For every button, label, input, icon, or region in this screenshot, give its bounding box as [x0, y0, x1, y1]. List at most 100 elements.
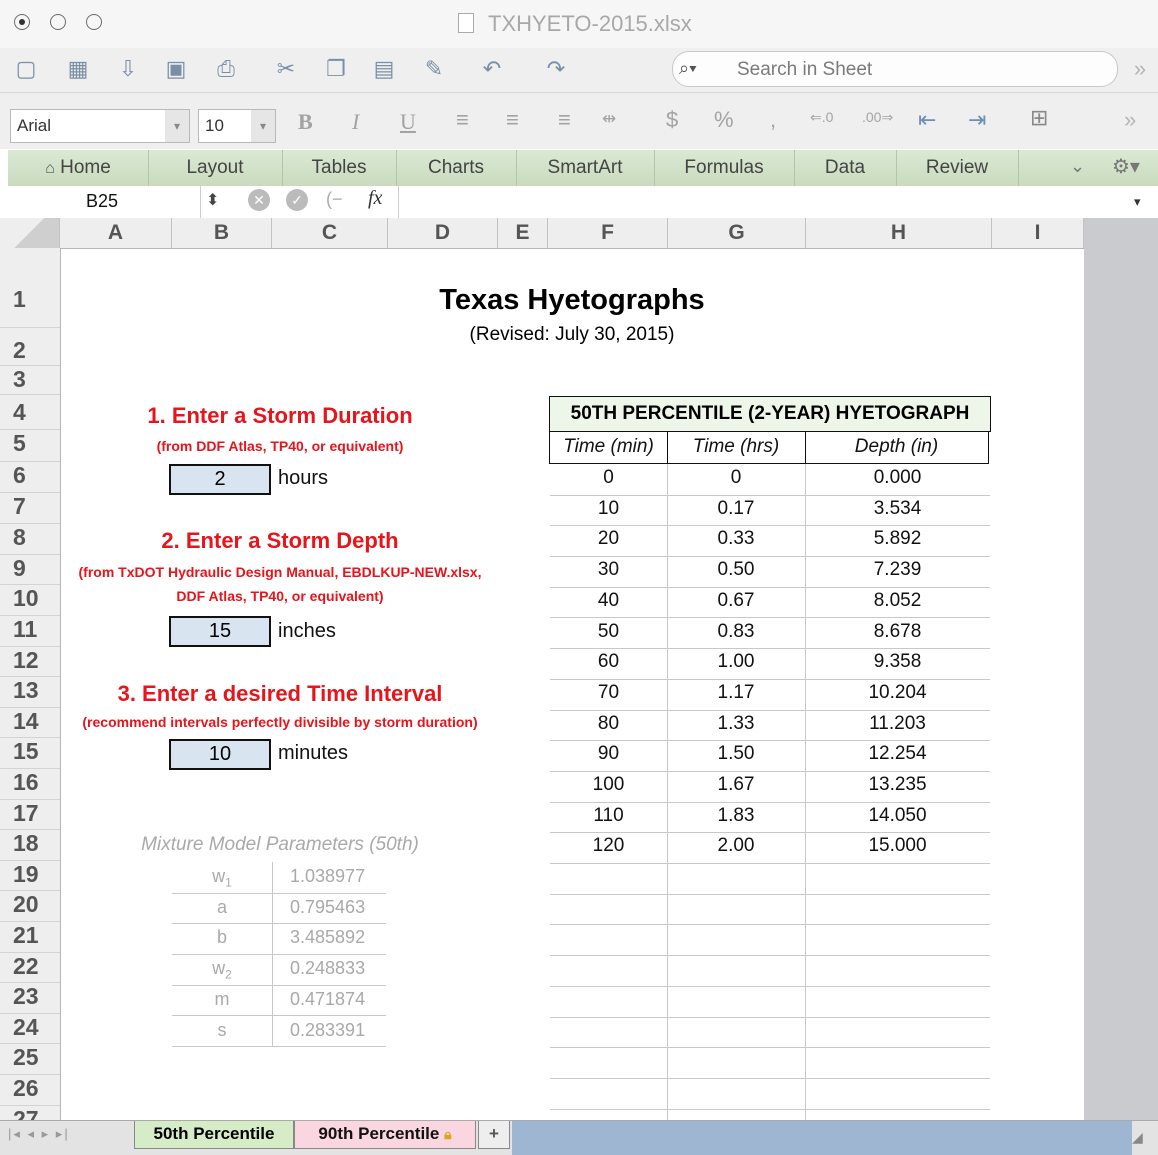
table-cell[interactable]: 0 — [667, 467, 805, 489]
decrease-decimal-icon[interactable]: .00⇒ — [862, 109, 893, 126]
tab-data[interactable]: Data — [794, 150, 897, 186]
table-cell[interactable]: 50 — [550, 621, 667, 643]
row-header[interactable]: 19 — [0, 861, 60, 891]
increase-decimal-icon[interactable]: ⇐.0 — [810, 109, 833, 126]
column-header-g[interactable]: G — [668, 218, 806, 248]
column-header-h[interactable]: H — [806, 218, 992, 248]
table-cell[interactable]: 90 — [550, 743, 667, 765]
row-header[interactable]: 4 — [0, 395, 60, 430]
table-cell[interactable]: 8.052 — [805, 590, 990, 612]
row-header[interactable]: 22 — [0, 953, 60, 983]
collapse-ribbon-icon[interactable]: ⌄ — [1070, 156, 1085, 177]
table-cell[interactable]: 110 — [550, 805, 667, 827]
tab-formulas[interactable]: Formulas — [654, 150, 795, 186]
row-header[interactable]: 7 — [0, 493, 60, 524]
table-cell[interactable]: 2.00 — [667, 835, 805, 857]
align-right-icon[interactable]: ≡ — [558, 107, 571, 133]
redo-icon[interactable]: ↷ — [540, 54, 572, 84]
parameter-value[interactable]: 0.795463 — [290, 897, 365, 918]
search-field[interactable]: ⌕▾ Search in Sheet — [672, 51, 1118, 87]
table-cell[interactable]: 1.17 — [667, 682, 805, 704]
tab-tables[interactable]: Tables — [282, 150, 397, 186]
confirm-entry-icon[interactable]: ✓ — [286, 189, 308, 211]
align-left-icon[interactable]: ≡ — [456, 107, 469, 133]
table-cell[interactable]: 0.67 — [667, 590, 805, 612]
table-cell[interactable]: 7.239 — [805, 559, 990, 581]
table-cell[interactable]: 10.204 — [805, 682, 990, 704]
column-header-i[interactable]: I — [992, 218, 1084, 248]
insert-function-button[interactable]: fx — [368, 187, 382, 210]
table-cell[interactable]: 20 — [550, 528, 667, 550]
font-name-select[interactable]: Arial ▾ — [10, 109, 190, 143]
parameter-value[interactable]: 1.038977 — [290, 866, 365, 887]
row-header[interactable]: 16 — [0, 769, 60, 800]
table-cell[interactable]: 1.83 — [667, 805, 805, 827]
table-cell[interactable]: 40 — [550, 590, 667, 612]
storm-depth-input[interactable]: 15 — [169, 616, 271, 647]
increase-indent-icon[interactable]: ⇥ — [968, 107, 986, 133]
table-cell[interactable]: 1.00 — [667, 651, 805, 673]
time-interval-input[interactable]: 10 — [169, 739, 271, 770]
column-header-a[interactable]: A — [60, 218, 172, 248]
column-header-b[interactable]: B — [172, 218, 272, 248]
table-cell[interactable]: 30 — [550, 559, 667, 581]
comma-format-icon[interactable]: , — [770, 107, 776, 133]
table-cell[interactable]: 70 — [550, 682, 667, 704]
column-header-c[interactable]: C — [272, 218, 388, 248]
parameter-value[interactable]: 0.248833 — [290, 958, 365, 979]
cancel-entry-icon[interactable]: ✕ — [248, 189, 270, 211]
table-cell[interactable]: 0 — [550, 467, 667, 489]
tab-home[interactable]: ⌂ Home — [8, 150, 149, 186]
add-sheet-button[interactable]: + — [478, 1121, 510, 1149]
row-header[interactable]: 8 — [0, 524, 60, 555]
row-header[interactable]: 27 — [0, 1106, 60, 1120]
parameter-value[interactable]: 0.471874 — [290, 989, 365, 1010]
align-center-icon[interactable]: ≡ — [506, 107, 519, 133]
table-cell[interactable]: 9.358 — [805, 651, 990, 673]
sheet-navigation-arrows-icon[interactable]: |◂ ◂ ▸ ▸| — [8, 1126, 70, 1142]
column-header-d[interactable]: D — [388, 218, 498, 248]
paste-icon[interactable]: ▤ — [368, 54, 400, 84]
merge-cells-icon[interactable]: ⇹ — [602, 109, 616, 129]
overflow-chevron-icon[interactable]: » — [1124, 107, 1136, 133]
table-cell[interactable]: 80 — [550, 713, 667, 735]
table-cell[interactable]: 1.33 — [667, 713, 805, 735]
parameter-value[interactable]: 0.283391 — [290, 1020, 365, 1041]
row-header[interactable]: 6 — [0, 462, 60, 493]
italic-button[interactable]: I — [352, 109, 359, 135]
percent-format-icon[interactable]: % — [714, 107, 734, 133]
row-header[interactable]: 10 — [0, 585, 60, 616]
table-cell[interactable]: 120 — [550, 835, 667, 857]
table-cell[interactable]: 14.050 — [805, 805, 990, 827]
overflow-chevron-icon[interactable]: » — [1124, 54, 1156, 84]
borders-icon[interactable]: ⊞ — [1030, 105, 1048, 131]
new-document-icon[interactable]: ▢ — [10, 54, 42, 84]
row-header[interactable]: 25 — [0, 1044, 60, 1075]
row-header[interactable]: 17 — [0, 800, 60, 830]
storm-duration-input[interactable]: 2 — [169, 464, 271, 495]
table-cell[interactable]: 0.33 — [667, 528, 805, 550]
row-header[interactable]: 21 — [0, 922, 60, 953]
format-brush-icon[interactable]: ✎ — [418, 54, 450, 84]
row-header[interactable]: 9 — [0, 555, 60, 585]
table-cell[interactable]: 10 — [550, 498, 667, 520]
cut-icon[interactable]: ✂ — [270, 54, 302, 84]
table-cell[interactable]: 1.50 — [667, 743, 805, 765]
underline-button[interactable]: U — [400, 109, 416, 135]
horizontal-scrollbar[interactable] — [512, 1121, 1132, 1155]
table-cell[interactable]: 1.67 — [667, 774, 805, 796]
expand-formula-icon[interactable]: ▾ — [1134, 194, 1141, 210]
table-cell[interactable]: 100 — [550, 774, 667, 796]
copy-icon[interactable]: ❐ — [320, 54, 352, 84]
row-header[interactable]: 12 — [0, 647, 60, 677]
name-box[interactable]: B25 — [0, 186, 201, 218]
row-header[interactable]: 23 — [0, 983, 60, 1014]
parameter-value[interactable]: 3.485892 — [290, 927, 365, 948]
table-cell[interactable]: 3.534 — [805, 498, 990, 520]
row-header[interactable]: 14 — [0, 708, 60, 738]
gear-icon[interactable]: ⚙▾ — [1112, 154, 1140, 179]
table-cell[interactable]: 13.235 — [805, 774, 990, 796]
row-header[interactable]: 5 — [0, 430, 60, 462]
table-cell[interactable]: 12.254 — [805, 743, 990, 765]
sheet-tab-50th-percentile[interactable]: 50th Percentile — [134, 1121, 294, 1149]
